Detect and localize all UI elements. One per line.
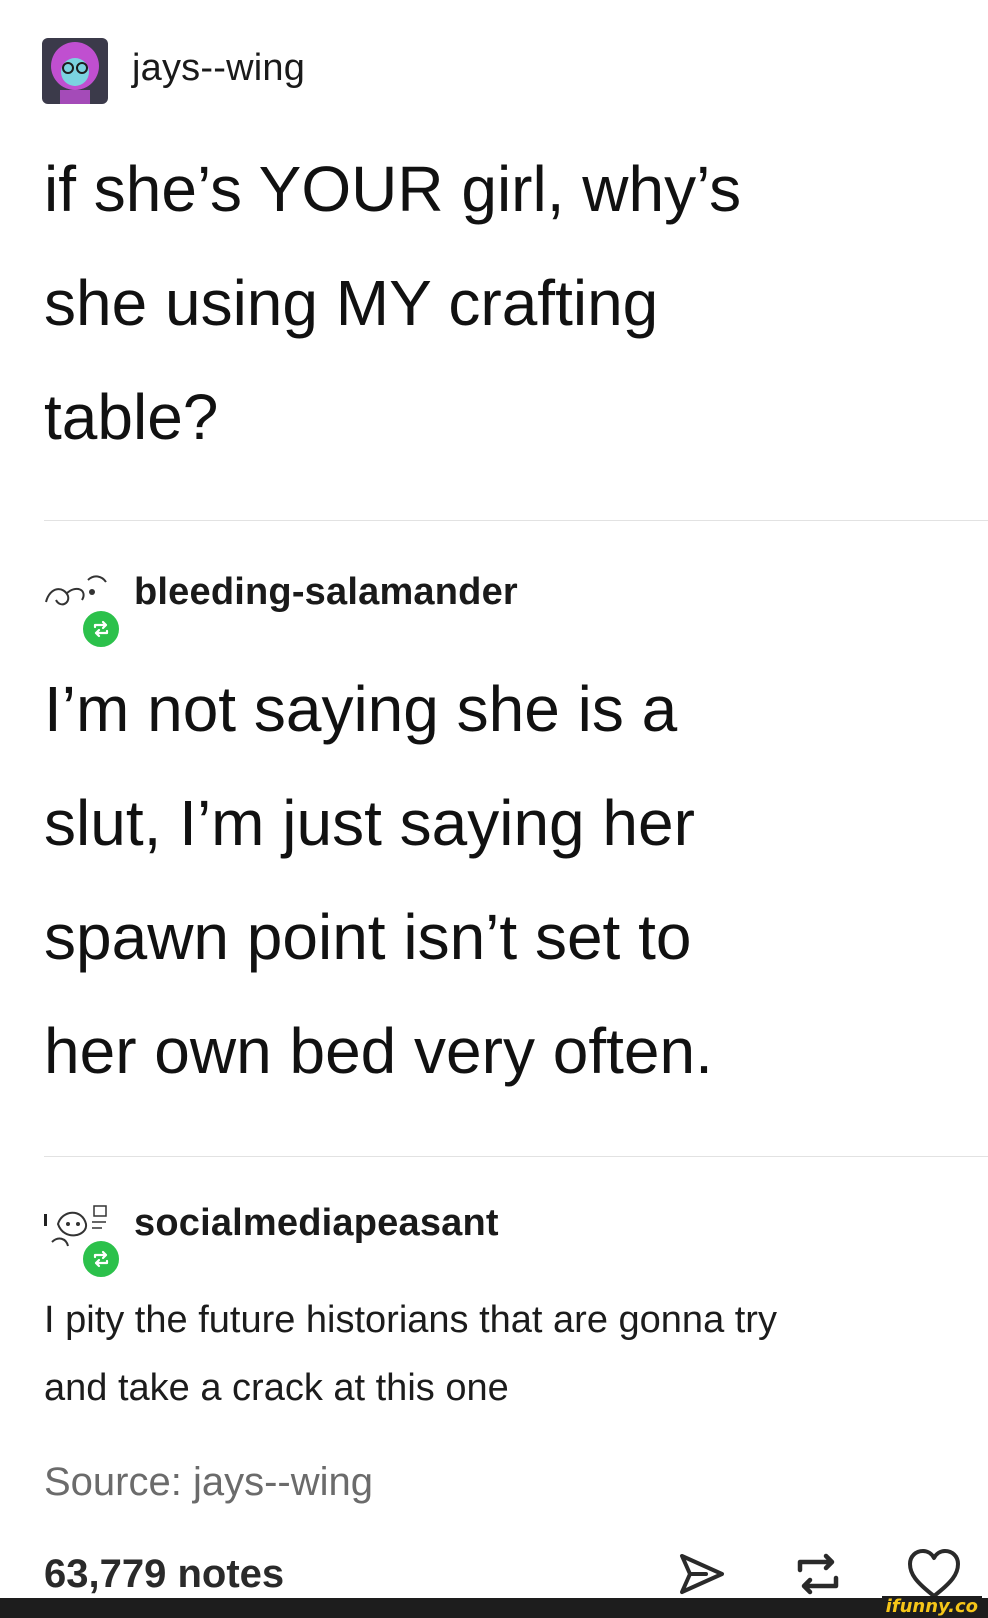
post-body: I pity the future historians that are go…: [0, 1286, 988, 1422]
notes-count[interactable]: 63,779 notes: [44, 1552, 284, 1597]
post-text-line: I’m not saying she is a: [44, 673, 678, 745]
reblog-button[interactable]: [792, 1548, 844, 1600]
post-reblog: bleeding-salamander I’m not saying she i…: [0, 571, 988, 1108]
post-text-line: slut, I’m just saying her: [44, 787, 695, 859]
username[interactable]: socialmediapeasant: [134, 1202, 499, 1245]
bottom-bar: [0, 1598, 988, 1618]
post-text-line: table?: [44, 381, 219, 453]
avatar[interactable]: [42, 1202, 122, 1280]
post-text-line: she using MY crafting: [44, 267, 659, 339]
watermark: ifunny.co: [881, 1596, 982, 1617]
username[interactable]: bleeding-salamander: [134, 571, 518, 614]
reblog-badge-icon: [80, 608, 122, 650]
source-link[interactable]: Source: jays--wing: [44, 1460, 373, 1505]
post-text-line: her own bed very often.: [44, 1015, 713, 1087]
avatar[interactable]: [42, 572, 122, 650]
post-text-line: if she’s YOUR girl, why’s: [44, 153, 742, 225]
avatar-image: [42, 38, 108, 104]
share-button[interactable]: [676, 1548, 728, 1600]
reblog-icon: [797, 1553, 839, 1595]
post-reblog: socialmediapeasant I pity the future his…: [0, 1202, 988, 1422]
post-header: socialmediapeasant: [0, 1202, 988, 1280]
username[interactable]: jays--wing: [132, 47, 305, 90]
post-body: if she’s YOUR girl, why’s she using MY c…: [0, 132, 988, 474]
post-original: jays--wing if she’s YOUR girl, why’s she…: [0, 38, 988, 474]
post-header: bleeding-salamander: [0, 571, 988, 650]
post-text-line: and take a crack at this one: [44, 1367, 509, 1409]
post-header: jays--wing: [0, 38, 988, 104]
reblog-badge-icon: [80, 1238, 122, 1280]
avatar[interactable]: [42, 38, 108, 104]
like-icon: [908, 1549, 960, 1598]
divider: [44, 1156, 988, 1157]
post-text-line: I pity the future historians that are go…: [44, 1299, 777, 1341]
share-icon: [680, 1554, 724, 1594]
like-button[interactable]: [906, 1548, 960, 1600]
post-text-line: spawn point isn’t set to: [44, 901, 692, 973]
post-body: I’m not saying she is a slut, I’m just s…: [0, 652, 988, 1108]
divider: [44, 520, 988, 521]
